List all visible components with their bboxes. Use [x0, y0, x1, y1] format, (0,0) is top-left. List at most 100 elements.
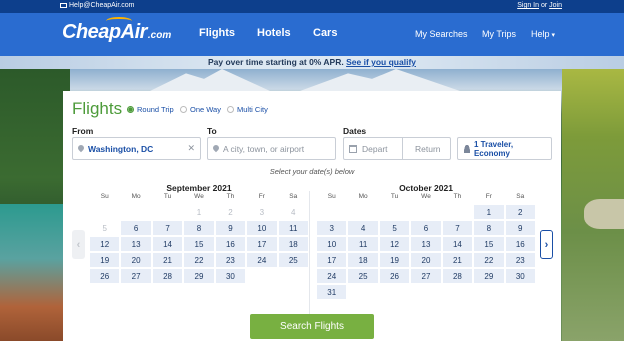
calendar-day[interactable]: 30 — [214, 268, 247, 284]
calendar-day[interactable]: 26 — [378, 268, 411, 284]
calendar-day[interactable]: 22 — [183, 252, 215, 268]
trip-type-multi-city[interactable]: Multi City — [227, 105, 268, 114]
calendar-day[interactable]: 11 — [347, 236, 379, 252]
calendar-day[interactable]: 24 — [246, 252, 278, 268]
calendar-day[interactable]: 7 — [151, 220, 184, 236]
calendar-day[interactable]: 30 — [504, 268, 536, 284]
calendar-day[interactable]: 6 — [410, 220, 442, 236]
calendar-day[interactable]: 13 — [120, 236, 152, 252]
from-label: From — [72, 126, 94, 136]
promo-link[interactable]: See if you qualify — [346, 57, 416, 67]
person-icon — [464, 144, 470, 153]
calendar-day[interactable]: 25 — [277, 252, 309, 268]
to-field[interactable]: A city, town, or airport — [207, 137, 336, 160]
calendar-day[interactable]: 20 — [410, 252, 442, 268]
calendar-day[interactable]: 6 — [120, 220, 152, 236]
logo-swoosh-icon — [106, 17, 132, 25]
calendar-day[interactable]: 25 — [347, 268, 379, 284]
calendar-day[interactable]: 15 — [473, 236, 505, 252]
calendar-day[interactable]: 8 — [473, 220, 505, 236]
help-email[interactable]: Help@CheapAir.com — [60, 2, 134, 9]
calendar-icon — [349, 144, 357, 153]
calendar-day[interactable]: 15 — [183, 236, 215, 252]
calendar-day[interactable]: 19 — [378, 252, 411, 268]
calendar-blank-cell — [410, 204, 441, 220]
calendar-day[interactable]: 13 — [410, 236, 442, 252]
calendar-day[interactable]: 4 — [347, 220, 379, 236]
next-month-button[interactable]: › — [540, 230, 553, 259]
calendar-day[interactable]: 17 — [246, 236, 278, 252]
auth-links: Sign In or Join — [517, 2, 562, 9]
dates-field[interactable]: Depart Return — [343, 137, 451, 160]
calendar-blank-cell — [89, 204, 120, 220]
calendar-day[interactable]: 17 — [316, 252, 348, 268]
join-link[interactable]: Join — [549, 2, 562, 9]
calendar-blank-cell — [120, 204, 151, 220]
calendar-day[interactable]: 10 — [246, 220, 278, 236]
calendar-day[interactable]: 26 — [89, 268, 121, 284]
calendar-day[interactable]: 16 — [504, 236, 536, 252]
trip-type-one-way[interactable]: One Way — [180, 105, 221, 114]
nav-my-searches[interactable]: My Searches — [415, 29, 468, 39]
calendar-day[interactable]: 14 — [441, 236, 474, 252]
sign-in-link[interactable]: Sign In — [517, 2, 539, 9]
from-field[interactable]: Washington, DC ✕ — [72, 137, 201, 160]
calendar-day[interactable]: 23 — [504, 252, 536, 268]
chevron-left-icon: ‹ — [76, 238, 81, 251]
calendar-day[interactable]: 3 — [316, 220, 348, 236]
calendar-day[interactable]: 22 — [473, 252, 505, 268]
search-flights-button[interactable]: Search Flights — [250, 314, 374, 339]
month-divider — [309, 191, 310, 317]
calendar-day[interactable]: 16 — [214, 236, 247, 252]
calendar-day[interactable]: 28 — [441, 268, 474, 284]
calendar-day[interactable]: 14 — [151, 236, 184, 252]
calendar-day[interactable]: 7 — [441, 220, 474, 236]
calendar-day[interactable]: 24 — [316, 268, 348, 284]
nav-help[interactable]: Help ▾ — [531, 29, 555, 39]
travelers-field[interactable]: 1 Traveler, Economy — [457, 137, 552, 160]
calendar-day[interactable]: 12 — [378, 236, 411, 252]
cheapair-logo[interactable]: CheapAir .com — [62, 17, 171, 44]
calendar-day[interactable]: 23 — [214, 252, 247, 268]
calendar-day[interactable]: 9 — [504, 220, 536, 236]
calendar-day[interactable]: 20 — [120, 252, 152, 268]
logo-main: CheapAir — [62, 21, 147, 43]
calendar-day[interactable]: 29 — [183, 268, 215, 284]
calendar-day[interactable]: 8 — [183, 220, 215, 236]
promo-text: Pay over time starting at 0% APR. — [207, 57, 344, 67]
calendar-day[interactable]: 27 — [410, 268, 442, 284]
calendar-day[interactable]: 18 — [347, 252, 379, 268]
return-placeholder[interactable]: Return — [415, 144, 441, 154]
calendar-day[interactable]: 29 — [473, 268, 505, 284]
nav-cars[interactable]: Cars — [313, 27, 337, 39]
nav-flights[interactable]: Flights — [199, 27, 235, 39]
calendar-day[interactable]: 27 — [120, 268, 152, 284]
calendar-day[interactable]: 1 — [473, 204, 505, 220]
calendar-day[interactable]: 11 — [277, 220, 309, 236]
weekday-label: Th — [226, 193, 235, 200]
calendar-day[interactable]: 31 — [316, 284, 348, 300]
clear-icon[interactable]: ✕ — [187, 143, 195, 154]
site-header: CheapAir .com Flights Hotels Cars My Sea… — [0, 13, 624, 56]
calendar-day[interactable]: 21 — [441, 252, 474, 268]
prev-month-button[interactable]: ‹ — [72, 230, 85, 259]
nav-my-trips[interactable]: My Trips — [482, 29, 516, 39]
calendar-day[interactable]: 12 — [89, 236, 121, 252]
weekday-label: Fr — [258, 193, 265, 200]
weekday-label: Su — [327, 193, 336, 200]
mail-icon — [60, 3, 67, 8]
depart-placeholder[interactable]: Depart — [362, 144, 402, 154]
calendar-day[interactable]: 5 — [378, 220, 411, 236]
calendar-day[interactable]: 10 — [316, 236, 348, 252]
calendar-day[interactable]: 21 — [151, 252, 184, 268]
location-pin-icon — [213, 145, 219, 153]
chevron-down-icon: ▾ — [551, 32, 556, 39]
calendar-day[interactable]: 2 — [504, 204, 536, 220]
trip-type-round-trip[interactable]: Round Trip — [127, 105, 174, 114]
calendar-day[interactable]: 18 — [277, 236, 309, 252]
date-hint: Select your date(s) below — [269, 167, 355, 176]
calendar-day[interactable]: 19 — [89, 252, 121, 268]
nav-hotels[interactable]: Hotels — [257, 27, 291, 39]
calendar-day[interactable]: 9 — [214, 220, 247, 236]
calendar-day[interactable]: 28 — [151, 268, 184, 284]
